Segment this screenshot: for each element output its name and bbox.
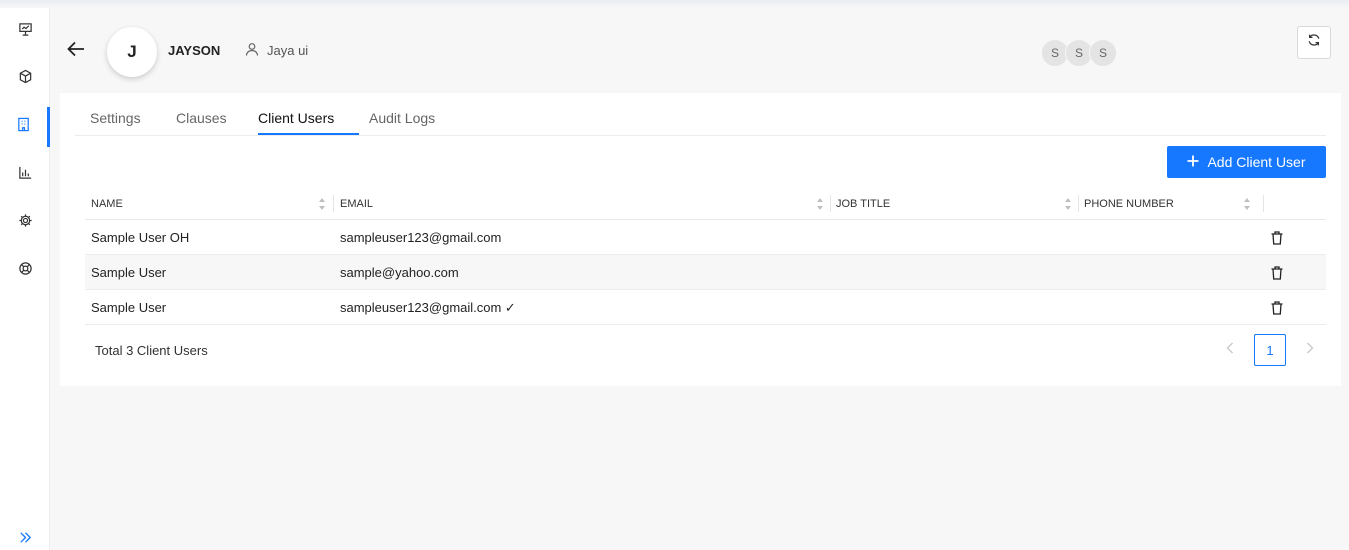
column-header-name[interactable]: NAME [91, 187, 330, 220]
table-row[interactable]: Sample User OH sampleuser123@gmail.com [85, 220, 1326, 255]
column-divider [1078, 195, 1079, 212]
top-shadow-bar [0, 0, 1349, 8]
back-button[interactable] [62, 38, 90, 64]
client-users-table: NAME EMAIL JOB TITLE PHONE NUMBER Sample… [85, 187, 1326, 325]
sidebar-item-products[interactable] [0, 59, 50, 99]
add-client-user-label: Add Client User [1207, 154, 1306, 170]
assigned-users: S S S [1041, 39, 1117, 67]
sidebar-collapse-button[interactable] [14, 530, 36, 550]
lifebuoy-icon [18, 261, 33, 281]
column-header-label: JOB TITLE [836, 197, 891, 210]
owner-name: Jaya ui [267, 43, 309, 58]
column-header-phone[interactable]: PHONE NUMBER [1084, 187, 1324, 220]
table-header: NAME EMAIL JOB TITLE PHONE NUMBER [85, 187, 1326, 220]
chevron-left-icon [1226, 341, 1234, 359]
delete-icon[interactable] [1271, 301, 1283, 315]
presentation-icon [18, 22, 33, 42]
cell-name: Sample User OH [91, 230, 190, 245]
sort-icon [318, 197, 326, 211]
cell-email: sample@yahoo.com [340, 265, 459, 280]
pagination-page[interactable]: 1 [1254, 334, 1286, 366]
sort-icon [1243, 197, 1251, 211]
refresh-button[interactable] [1297, 26, 1331, 59]
gear-icon [18, 213, 33, 233]
arrow-left-icon [66, 39, 86, 64]
tab-bar: Settings Clauses Client Users Audit Logs [75, 93, 1326, 136]
cell-name: Sample User [91, 265, 167, 280]
delete-icon[interactable] [1271, 266, 1283, 280]
cell-email: sampleuser123@gmail.com [340, 230, 502, 245]
tab-client-users[interactable]: Client Users [258, 110, 334, 126]
double-chevron-right-icon [18, 530, 33, 550]
sort-icon [1064, 197, 1072, 211]
owner-info: Jaya ui [245, 42, 308, 59]
column-header-email[interactable]: EMAIL [340, 187, 828, 220]
sidebar-item-help[interactable] [0, 251, 50, 291]
column-header-label: NAME [91, 197, 123, 210]
table-row[interactable]: Sample User sampleuser123@gmail.com ✓ [85, 290, 1326, 325]
client-users-card: Settings Clauses Client Users Audit Logs… [60, 93, 1341, 386]
tab-audit-logs[interactable]: Audit Logs [369, 110, 435, 126]
plus-icon [1187, 154, 1199, 170]
column-header-job-title[interactable]: JOB TITLE [836, 187, 1076, 220]
sidebar [0, 8, 50, 550]
sidebar-item-reports[interactable] [0, 155, 50, 195]
company-avatar: J [107, 27, 157, 77]
cell-name: Sample User [91, 300, 167, 315]
column-divider [830, 195, 831, 212]
bar-chart-icon [18, 165, 33, 185]
pagination-next-button[interactable] [1302, 342, 1318, 358]
building-icon [16, 117, 31, 137]
table-row[interactable]: Sample User sample@yahoo.com [85, 255, 1326, 290]
column-divider [1263, 195, 1264, 212]
tab-settings[interactable]: Settings [90, 110, 141, 126]
add-client-user-button[interactable]: Add Client User [1167, 146, 1326, 178]
sidebar-item-settings[interactable] [0, 203, 50, 243]
total-count: Total 3 Client Users [95, 343, 208, 358]
user-chip[interactable]: S [1089, 39, 1117, 67]
chevron-right-icon [1306, 341, 1314, 359]
box-icon [18, 69, 33, 89]
column-header-label: PHONE NUMBER [1084, 197, 1174, 210]
cell-email: sampleuser123@gmail.com ✓ [340, 299, 516, 315]
delete-icon[interactable] [1271, 231, 1283, 245]
refresh-icon [1307, 33, 1321, 52]
tab-clauses[interactable]: Clauses [176, 110, 227, 126]
active-tab-indicator [258, 133, 359, 135]
company-name: JAYSON [168, 43, 221, 58]
sidebar-item-clients[interactable] [0, 107, 50, 147]
user-icon [245, 42, 259, 59]
column-divider [333, 195, 334, 212]
sort-icon [816, 197, 824, 211]
sidebar-item-presentation[interactable] [0, 12, 50, 52]
pagination-prev-button[interactable] [1222, 342, 1238, 358]
column-header-label: EMAIL [340, 197, 374, 210]
